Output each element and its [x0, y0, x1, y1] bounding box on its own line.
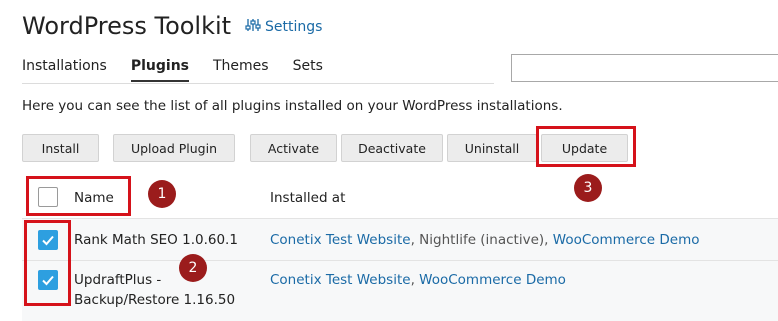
plugin-name-line-2: Backup/Restore 1.16.50: [74, 292, 236, 308]
plugin-name-line-1: UpdraftPlus -: [74, 272, 162, 288]
site-link[interactable]: Conetix Test Website: [270, 272, 411, 288]
uninstall-button[interactable]: Uninstall: [447, 134, 537, 162]
upload-plugin-button[interactable]: Upload Plugin: [113, 134, 235, 162]
tab-themes[interactable]: Themes: [213, 58, 269, 82]
separator: ,: [544, 232, 553, 248]
settings-link[interactable]: Settings: [245, 17, 322, 37]
step-marker-1: 1: [148, 180, 176, 208]
step-marker-2: 2: [179, 254, 207, 282]
tab-bar: Installations Plugins Themes Sets: [22, 58, 323, 82]
page-title: WordPress Toolkit: [22, 12, 232, 40]
install-button[interactable]: Install: [22, 134, 99, 162]
table-row: Rank Math SEO 1.0.60.1 Conetix Test Webs…: [22, 219, 778, 261]
highlight-box-update: [536, 126, 636, 167]
page-description: Here you can see the list of all plugins…: [22, 98, 563, 114]
column-installed-at-header: Installed at: [270, 190, 346, 206]
deactivate-button[interactable]: Deactivate: [341, 134, 443, 162]
separator: ,: [410, 272, 420, 288]
highlight-box-checkboxes: [24, 220, 71, 306]
activate-button[interactable]: Activate: [250, 134, 337, 162]
tab-installations[interactable]: Installations: [22, 58, 107, 82]
installed-at-cell: Conetix Test Website, Nightlife (inactiv…: [270, 232, 700, 248]
site-link[interactable]: WooCommerce Demo: [419, 272, 566, 288]
separator: ,: [410, 232, 420, 248]
highlight-box-name-column: [26, 176, 131, 216]
site-link[interactable]: Conetix Test Website: [270, 232, 411, 248]
site-link[interactable]: WooCommerce Demo: [553, 232, 700, 248]
search-input[interactable]: [511, 54, 778, 82]
table-header: Name Installed at: [22, 175, 778, 219]
settings-label[interactable]: Settings: [265, 19, 322, 35]
site-inactive-label: Nightlife (inactive): [419, 232, 545, 248]
sliders-icon: [245, 17, 261, 37]
table-row: UpdraftPlus - Backup/Restore 1.16.50 Con…: [22, 261, 778, 321]
installed-at-cell: Conetix Test Website, WooCommerce Demo: [270, 272, 566, 288]
tab-sets[interactable]: Sets: [293, 58, 323, 82]
tab-plugins[interactable]: Plugins: [130, 58, 189, 82]
tabs-divider: [22, 83, 494, 84]
plugin-name: Rank Math SEO 1.0.60.1: [74, 232, 238, 248]
step-marker-3: 3: [574, 174, 602, 202]
